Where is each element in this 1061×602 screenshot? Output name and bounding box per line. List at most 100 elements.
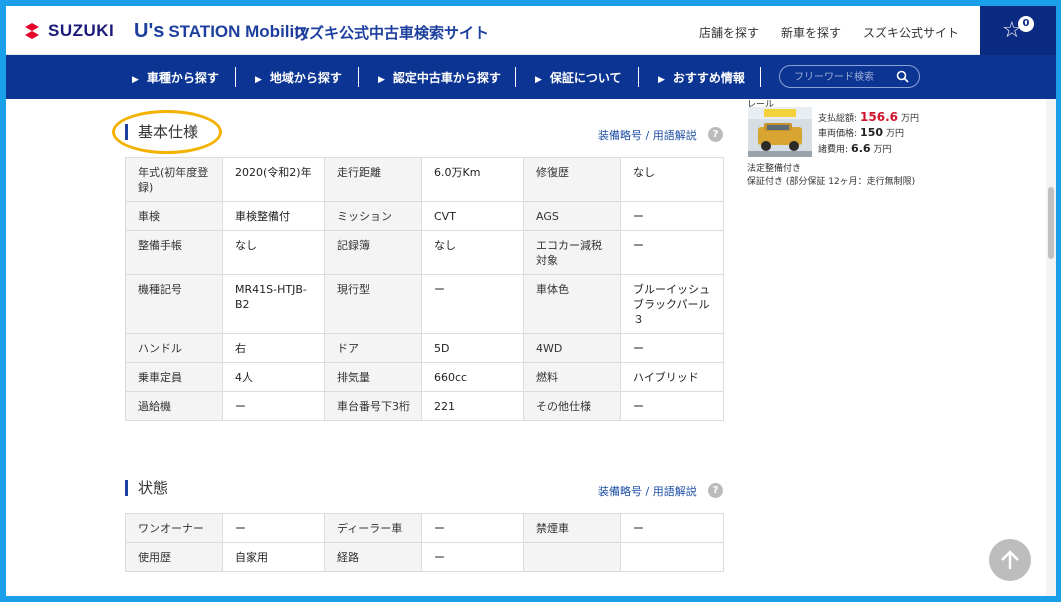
total-price-line: 支払総額: 156.6 万円 [818,110,919,124]
spec-value-cell: ー [620,333,724,363]
spec-label-cell: 経路 [324,542,422,572]
spec-label-cell: 過給機 [125,391,223,421]
fees-line: 諸費用: 6.6 万円 [818,142,892,155]
nav-divider [638,67,639,87]
price-unit: 万円 [873,145,892,155]
spec-label-cell: 乗車定員 [125,362,223,392]
search-icon[interactable] [896,70,909,83]
nav-divider [515,67,516,87]
price-unit: 万円 [901,114,920,124]
us-mark: U's [134,20,165,42]
spec-label-cell: AGS [523,201,621,231]
nav-divider [760,67,761,87]
favorites-count: 0 [1018,16,1034,32]
spec-row: 機種記号 MR41S-HTJB-B2 現行型ー車体色 ブルーイッシュブラックパール３ [125,274,724,334]
nav-label: おすすめ情報 [672,71,745,85]
spec-label-cell: 整備手帳 [125,230,223,275]
spec-value-cell: 車検整備付 [222,201,325,231]
state-table: ワンオーナーーディーラー車ー禁煙車ー使用歴 自家用 経路ー [125,513,724,572]
spec-label-cell: ドア [324,333,422,363]
spec-value-cell: なし [421,230,524,275]
spec-row: 車検 車検整備付 ミッション CVT AGS ー [125,201,724,231]
spec-label-cell: その他仕様 [523,391,621,421]
spec-label-cell: 排気量 [324,362,422,392]
favorites-button[interactable]: ☆ 0 [980,6,1056,55]
vehicle-price-label: 車両価格: [818,129,858,139]
spec-value-cell: ハイブリッド [620,362,724,392]
nav-recommended[interactable]: ▶ おすすめ情報 [658,69,745,86]
help-icon[interactable]: ? [708,127,723,142]
spec-value-cell: ブルーイッシュブラックパール３ [620,274,724,334]
spec-value-cell: ー [222,391,325,421]
spec-row: ハンドル右ドア 5D 4WD ー [125,333,724,363]
find-new-car-link[interactable]: 新車を探す [781,24,841,41]
spec-value-cell: ー [620,230,724,275]
spec-value-cell: ー [620,391,724,421]
spec-value-cell: ー [421,542,524,572]
nav-certified-used[interactable]: ▶ 認定中古車から探す [378,69,501,86]
car-photo-icon [748,107,812,157]
spec-row: 整備手帳 なし 記録簿 なし エコカー減税対象ー [125,230,724,275]
site-header: SUZUKI U's STATION Mobility スズキ公式中古車検索サイ… [6,6,1056,55]
spec-value-cell [620,542,724,572]
state-row: 使用歴 自家用 経路ー [125,542,724,572]
state-section-title: 状態 [125,480,168,496]
suzuki-official-link[interactable]: スズキ公式サイト [863,24,959,41]
spec-value-cell: MR41S-HTJB-B2 [222,274,325,334]
spec-label-cell: 現行型 [324,274,422,334]
nav-label: 認定中古車から探す [392,71,501,85]
spec-row: 過給機ー車台番号下3桁 221 その他仕様ー [125,391,724,421]
spec-label-cell: エコカー減税対象 [523,230,621,275]
site-title: スズキ公式中古車検索サイト [294,24,490,42]
inspection-note: 法定整備付き [747,164,802,174]
spec-value-cell: ー [421,513,524,543]
vehicle-price-line: 車両価格: 150 万円 [818,126,904,139]
spec-section-title: 基本仕様 [125,124,198,140]
spec-value-cell: ー [620,513,724,543]
scrollbar[interactable] [1046,99,1056,596]
nav-divider [358,67,359,87]
main-nav: ▶ 車種から探す ▶ 地域から探す ▶ 認定中古車から探す ▶ 保証について ▶ おすすめ… [6,55,1056,99]
spec-value-cell: 右 [222,333,325,363]
spec-label-cell: ディーラー車 [324,513,422,543]
nav-warranty[interactable]: ▶ 保証について [535,69,622,86]
chevron-right-icon: ▶ [255,75,262,85]
glossary-link[interactable]: 装備略号 / 用語解説 [598,127,697,143]
us-station-logo[interactable]: U's STATION Mobility [134,20,309,43]
vehicle-price-value: 150 [860,126,884,139]
nav-label: 車種から探す [146,71,219,85]
nav-search-by-region[interactable]: ▶ 地域から探す [255,69,342,86]
spec-value-cell: 660cc [421,362,524,392]
back-to-top-button[interactable] [989,539,1031,581]
spec-label-cell: ハンドル [125,333,223,363]
help-icon[interactable]: ? [708,483,723,498]
station-name: STATION Mobility [168,22,310,41]
total-price-label: 支払総額: [818,114,858,124]
search-input[interactable] [794,69,894,85]
spec-label-cell: 車台番号下3桁 [324,391,422,421]
find-store-link[interactable]: 店舗を探す [699,24,759,41]
browser-viewport: SUZUKI U's STATION Mobility スズキ公式中古車検索サイ… [6,6,1056,596]
spec-label-cell: 禁煙車 [523,513,621,543]
spec-value-cell: 自家用 [222,542,325,572]
scrollbar-thumb[interactable] [1048,187,1054,259]
spec-value-cell: 5D [421,333,524,363]
spec-label-cell: 走行距離 [324,157,422,202]
brand-name: SUZUKI [48,21,115,40]
spec-value-cell: ー [421,274,524,334]
glossary-link[interactable]: 装備略号 / 用語解説 [598,483,697,499]
chevron-right-icon: ▶ [378,75,385,85]
state-row: ワンオーナーーディーラー車ー禁煙車ー [125,513,724,543]
spec-value-cell: CVT [421,201,524,231]
spec-value-cell: なし [222,230,325,275]
spec-row: 乗車定員 4人 排気量 660cc 燃料 ハイブリッド [125,362,724,392]
spec-value-cell: 221 [421,391,524,421]
price-unit: 万円 [886,129,905,139]
nav-label: 保証について [549,71,622,85]
nav-search-by-model[interactable]: ▶ 車種から探す [132,69,219,86]
suzuki-logo[interactable]: SUZUKI [22,21,114,41]
car-thumbnail[interactable] [748,107,812,157]
spec-value-cell: ー [222,513,325,543]
spec-label-cell: 年式(初年度登録) [125,157,223,202]
spec-table: 年式(初年度登録) 2020(令和2)年 走行距離 6.0万Km 修復歴 なし 車検 車検整備… [125,157,724,421]
